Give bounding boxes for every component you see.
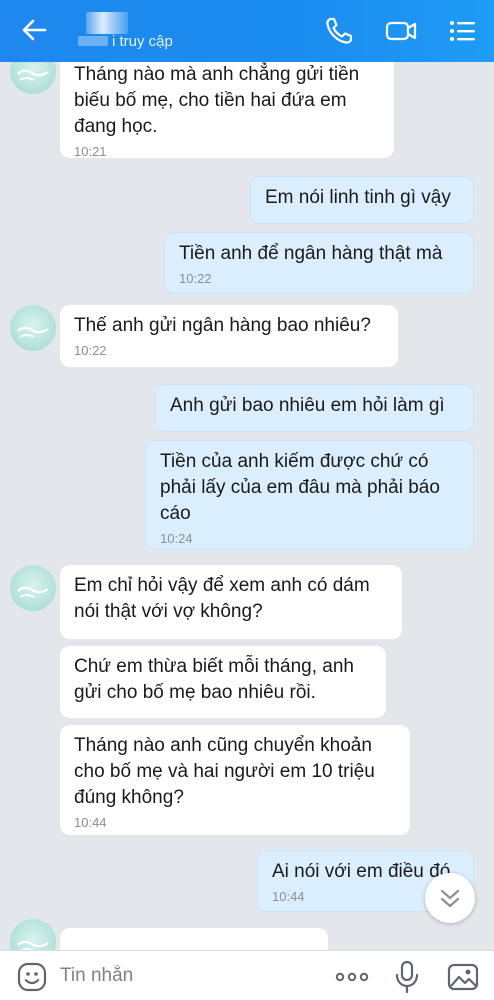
emoji-icon <box>17 962 47 992</box>
message-text: Em nói linh tinh gì vậy <box>265 187 451 208</box>
voice-call-button[interactable] <box>322 14 356 48</box>
contact-status: i truy cập <box>112 33 173 50</box>
message-bubble-incoming[interactable]: Thế anh gửi ngân hàng bao nhiêu? 10:22 <box>60 305 398 367</box>
message-bubble-incoming[interactable]: Chứ em thừa biết mỗi tháng, anh gửi cho … <box>60 646 386 718</box>
message-text: Tháng nào anh cũng chuyển khoản cho bố m… <box>74 735 375 808</box>
message-time: 10:22 <box>74 343 107 358</box>
video-call-button[interactable] <box>384 14 418 48</box>
message-list[interactable]: Tháng nào mà anh chẳng gửi tiền biếu bố … <box>0 62 494 952</box>
message-bubble-incoming[interactable]: Em chỉ hỏi vậy để xem anh có dám nói thậ… <box>60 565 402 639</box>
scroll-to-bottom-button[interactable] <box>425 873 475 923</box>
contact-avatar[interactable] <box>10 62 56 94</box>
video-camera-icon <box>385 21 417 41</box>
contact-avatar[interactable] <box>10 305 56 351</box>
contact-avatar[interactable] <box>10 565 56 611</box>
message-input[interactable] <box>60 961 290 991</box>
message-bubble-outgoing[interactable]: Em nói linh tinh gì vậy <box>250 176 474 224</box>
avatar-cloud-icon <box>17 326 49 338</box>
message-time: 10:24 <box>160 531 193 546</box>
message-input-bar <box>0 950 494 1000</box>
message-bubble-outgoing[interactable]: Tiền của anh kiếm được chứ có phải lấy c… <box>145 440 474 550</box>
message-text: Thế anh gửi ngân hàng bao nhiêu? <box>74 315 371 336</box>
message-text: Tháng nào mà anh chẳng gửi tiền biếu bố … <box>74 64 360 137</box>
image-icon <box>447 963 479 991</box>
contact-avatar[interactable] <box>10 919 56 952</box>
contact-name-redacted <box>86 12 128 34</box>
phone-icon <box>326 17 353 44</box>
chat-header: i truy cập <box>0 0 494 62</box>
message-bubble-incoming[interactable]: Tháng nào mà anh chẳng gửi tiền biếu bố … <box>60 62 394 159</box>
send-image-button[interactable] <box>446 961 480 993</box>
avatar-cloud-icon <box>17 940 49 952</box>
message-bubble-outgoing[interactable]: Tiền anh để ngân hàng thật mà 10:22 <box>164 232 474 294</box>
more-icon <box>335 972 369 982</box>
message-time: 10:22 <box>179 271 212 286</box>
message-text: Tiền của anh kiếm được chứ có phải lấy c… <box>160 451 440 524</box>
menu-icon <box>450 21 475 41</box>
back-button[interactable] <box>18 14 50 46</box>
message-text: Tiền anh để ngân hàng thật mà <box>179 243 443 264</box>
message-text: Chứ em thừa biết mỗi tháng, anh gửi cho … <box>74 656 354 703</box>
message-bubble-incoming[interactable]: Tháng nào anh cũng chuyển khoản cho bố m… <box>60 725 410 835</box>
message-bubble-outgoing[interactable]: Anh gửi bao nhiêu em hỏi làm gì <box>155 384 474 432</box>
more-options-button[interactable] <box>334 965 370 989</box>
message-text: Ai nói với em điều đó <box>272 861 451 882</box>
message-time: 10:21 <box>74 144 107 159</box>
contact-info[interactable]: i truy cập <box>78 8 238 54</box>
message-text: Em chỉ hỏi vậy để xem anh có dám nói thậ… <box>74 575 370 622</box>
avatar-cloud-icon <box>17 586 49 598</box>
status-prefix-redacted <box>78 36 108 46</box>
message-text: Anh gửi bao nhiêu em hỏi làm gì <box>170 395 445 416</box>
message-time: 10:44 <box>74 815 107 830</box>
emoji-button[interactable] <box>16 961 48 993</box>
voice-message-button[interactable] <box>394 960 420 994</box>
microphone-icon <box>395 960 419 994</box>
double-chevron-down-icon <box>440 889 460 908</box>
menu-button[interactable] <box>446 14 480 48</box>
message-bubble-incoming-partial[interactable] <box>60 928 328 952</box>
avatar-cloud-icon <box>17 69 49 81</box>
back-arrow-icon <box>22 19 47 41</box>
